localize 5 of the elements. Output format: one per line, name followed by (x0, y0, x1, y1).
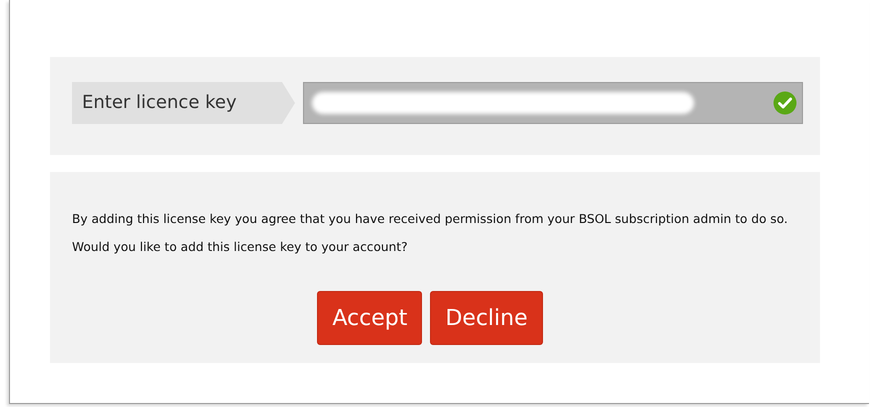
decline-button[interactable]: Decline (430, 291, 543, 345)
accept-button[interactable]: Accept (317, 291, 422, 345)
licence-key-field[interactable] (303, 82, 803, 124)
licence-key-label: Enter licence key (72, 82, 295, 124)
confirmation-message: By adding this license key you agree that you have received permission from your BSOL subscription admin to do so. Would you like to add this license key to your account? (72, 211, 789, 256)
